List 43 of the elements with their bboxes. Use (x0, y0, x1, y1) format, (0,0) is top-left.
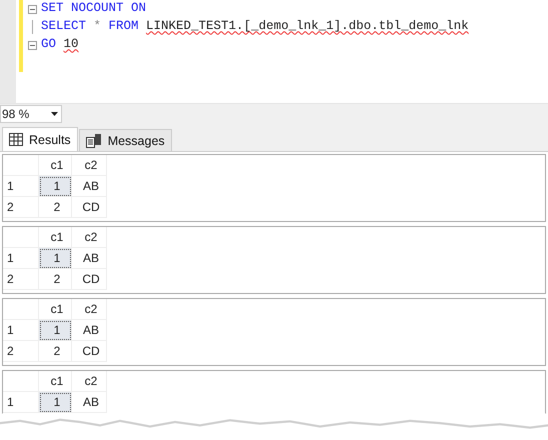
table-cell[interactable]: 1 (39, 248, 72, 269)
column-header[interactable]: c2 (72, 155, 107, 176)
table-cell[interactable]: 1 (39, 392, 72, 413)
results-tab[interactable]: Results (2, 127, 78, 151)
table-cell[interactable]: CD (72, 341, 107, 362)
table-cell[interactable]: AB (72, 392, 107, 413)
code-token: FROM (108, 18, 139, 34)
table-cell[interactable]: AB (72, 248, 107, 269)
grid-icon (9, 133, 23, 146)
table-cell[interactable]: AB (72, 320, 107, 341)
code-token: SET (41, 0, 64, 16)
code-token: LINKED_TEST1.[_demo_lnk_1].dbo.tbl_demo_lnk (146, 18, 469, 34)
results-tab[interactable]: Messages (78, 129, 172, 151)
table-cell[interactable]: 1 (39, 176, 72, 197)
table-cell[interactable]: 2 (39, 197, 72, 218)
code-token: 10 (64, 36, 79, 52)
table-cell[interactable]: CD (72, 197, 107, 218)
code-token: NOCOUNT (71, 0, 124, 16)
column-header[interactable]: c2 (72, 371, 107, 392)
code-token: SELECT (41, 18, 86, 34)
change-margin (19, 0, 23, 72)
grid-corner[interactable] (3, 227, 39, 248)
collapse-icon[interactable] (28, 40, 37, 50)
code-token: GO (41, 36, 56, 52)
grid-corner[interactable] (3, 299, 39, 320)
row-number: 2 (3, 341, 39, 362)
grid-corner[interactable] (3, 371, 39, 392)
table-cell[interactable]: 2 (39, 269, 72, 290)
grid-corner[interactable] (3, 155, 39, 176)
column-header[interactable]: c2 (72, 299, 107, 320)
code-token: * (94, 18, 102, 34)
table-cell[interactable]: 1 (39, 320, 72, 341)
collapse-icon[interactable] (28, 4, 37, 14)
code-token: ON (131, 0, 146, 16)
table-cell[interactable]: CD (72, 269, 107, 290)
row-number: 2 (3, 197, 39, 218)
row-number: 2 (3, 269, 39, 290)
messages-icon (86, 134, 102, 148)
caret-icon (51, 112, 58, 116)
table-cell[interactable]: AB (72, 176, 107, 197)
table-cell[interactable]: 2 (39, 341, 72, 362)
column-header[interactable]: c2 (72, 227, 107, 248)
zoom-dropdown[interactable]: 98 % (0, 105, 62, 123)
